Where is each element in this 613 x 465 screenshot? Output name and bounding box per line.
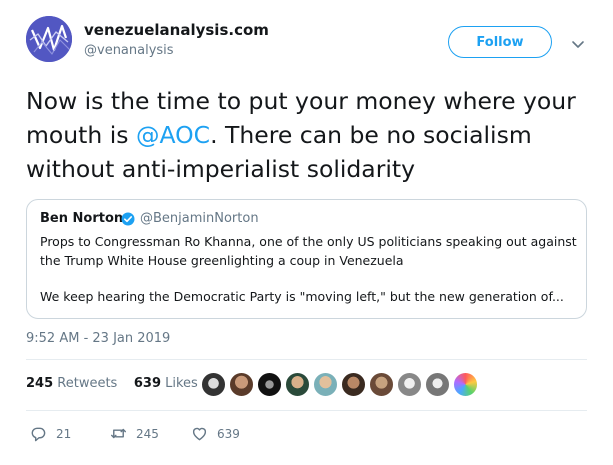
account-handle[interactable]: @venanalysis [84,43,174,58]
quoted-text-paragraph-2: We keep hearing the Democratic Party is … [40,289,564,304]
engagement-stats: 245 Retweets 639 Likes [26,376,198,391]
reply-button[interactable]: 21 [30,425,71,442]
likes-label[interactable]: Likes [165,376,198,391]
divider [26,359,587,360]
retweet-icon [110,428,127,439]
avatar[interactable] [26,16,72,62]
liker-avatar[interactable] [201,372,226,397]
reply-icon [31,427,46,442]
likes-count[interactable]: 639 [134,376,161,391]
liker-avatar[interactable] [369,372,394,397]
follow-button[interactable]: Follow [448,26,552,58]
tweet-text: Now is the time to put your money where … [26,84,596,186]
quoted-author-name: Ben Norton [40,211,124,226]
retweets-label[interactable]: Retweets [57,376,117,391]
chevron-down-icon[interactable] [571,36,585,50]
reply-count: 21 [56,426,72,441]
liker-avatar[interactable] [425,372,450,397]
liker-avatar[interactable] [341,372,366,397]
like-count: 639 [217,426,240,441]
liker-avatar[interactable] [313,372,338,397]
mention-link[interactable]: @AOC [136,121,210,149]
like-icon [192,427,207,441]
quoted-text-paragraph-1: Props to Congressman Ro Khanna, one of t… [40,234,577,268]
liker-avatar[interactable] [229,372,254,397]
quoted-tweet[interactable]: Ben Norton @BenjaminNorton Props to Cong… [26,199,587,319]
like-button[interactable]: 639 [191,425,240,442]
liker-avatar[interactable] [397,372,422,397]
divider [26,410,587,411]
liker-avatar[interactable] [257,372,282,397]
venezuelanalysis-logo [26,16,72,62]
verified-badge-icon [121,211,135,226]
retweets-count[interactable]: 245 [26,376,53,391]
retweet-button[interactable]: 245 [110,425,159,442]
liker-avatar[interactable] [453,372,478,397]
tweet-timestamp[interactable]: 9:52 AM - 23 Jan 2019 [26,331,170,346]
retweet-count: 245 [136,426,159,441]
account-name[interactable]: venezuelanalysis.com [84,21,269,39]
quoted-author-handle: @BenjaminNorton [140,211,259,226]
liker-avatar[interactable] [285,372,310,397]
